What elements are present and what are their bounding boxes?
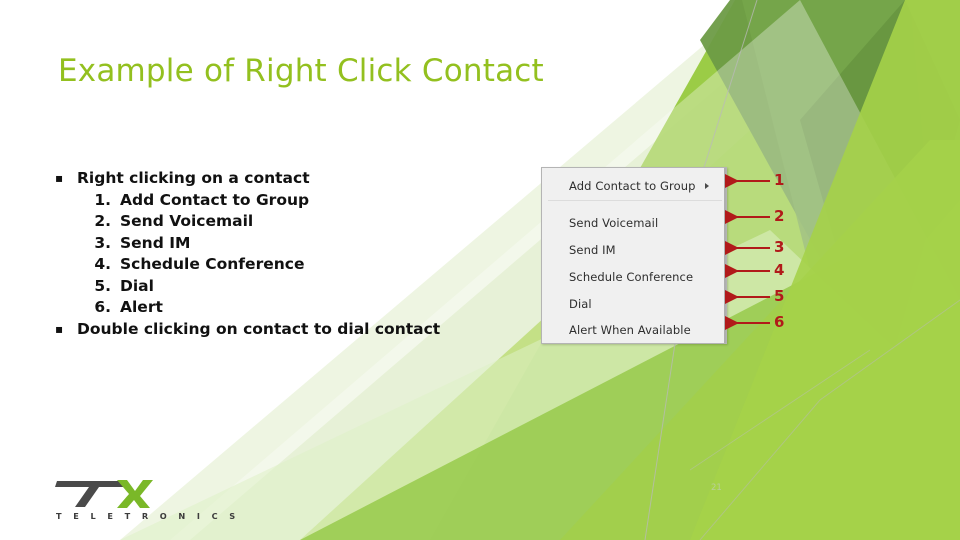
callout-label-4: 4: [774, 261, 785, 279]
logo-wordmark: T E L E T R O N I C S: [56, 511, 240, 521]
company-logo: T E L E T R O N I C S TECHNOLOGY PEOPLE …: [55, 478, 235, 523]
callout-label-2: 2: [774, 207, 785, 225]
callout-label-5: 5: [774, 287, 785, 305]
callout-label-3: 3: [774, 238, 785, 256]
callout-label-1: 1: [774, 171, 785, 189]
ttx-logo-mark: [55, 480, 153, 508]
presentation-slide: Example of Right Click Contact ▪ Right c…: [0, 0, 960, 540]
callout-label-6: 6: [774, 313, 785, 331]
slide-number: 21: [711, 483, 722, 493]
callout-annotations: 1 2 3 4 5 6: [0, 0, 960, 540]
